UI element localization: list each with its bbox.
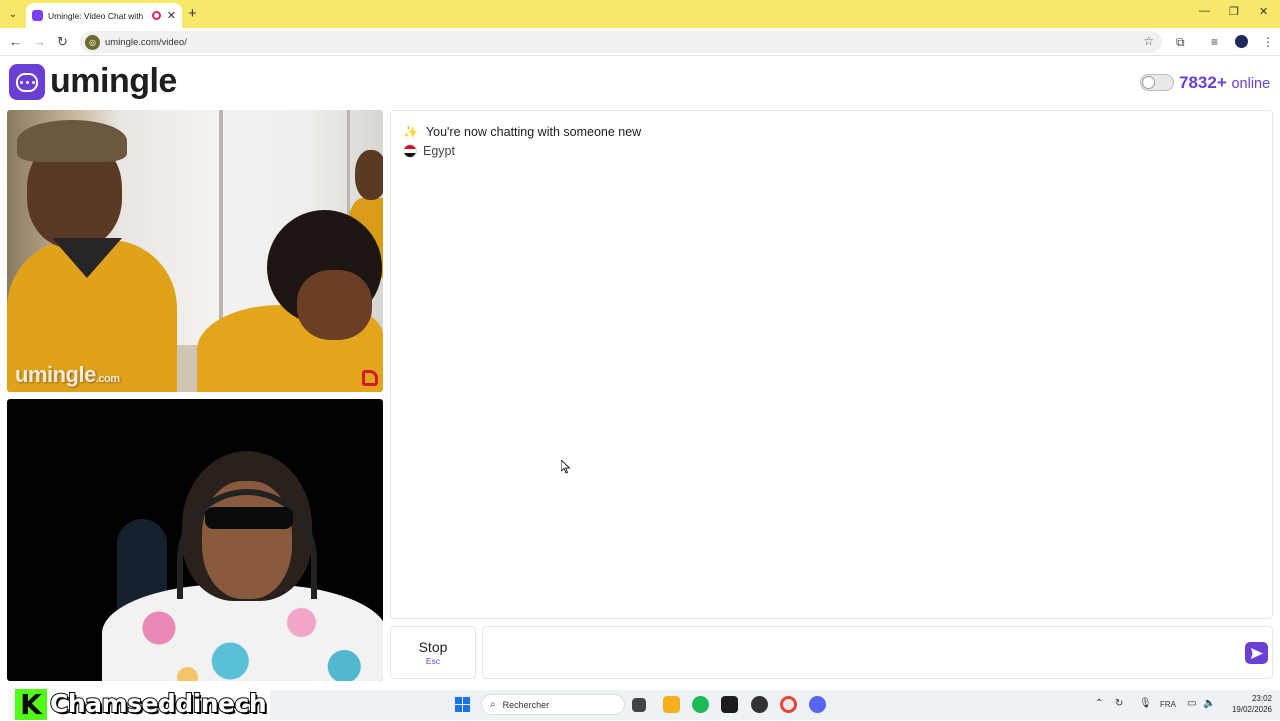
stop-button[interactable]: Stop Esc — [390, 626, 476, 679]
restore-button[interactable]: ❐ — [1229, 5, 1239, 18]
new-tab-button[interactable]: + — [188, 5, 197, 22]
tab-close-button[interactable]: ✕ — [167, 9, 176, 22]
reload-icon[interactable]: ↻ — [57, 34, 68, 50]
taskbar-search[interactable]: ⌕ Rechercher — [481, 694, 625, 715]
taskbar-search-placeholder: Rechercher — [502, 699, 550, 710]
chat-message-input[interactable] — [482, 626, 1273, 679]
stop-shortcut: Esc — [425, 656, 441, 666]
forward-arrow-icon[interactable]: → — [33, 34, 46, 49]
tab-search-menu[interactable]: ⌄ — [5, 6, 21, 22]
browser-menu-icon[interactable]: ⋮ — [1262, 35, 1274, 49]
sync-icon[interactable]: ↻ — [1115, 698, 1123, 709]
system-clock[interactable]: 23:02 19/02/2026 — [1222, 693, 1272, 715]
tab-title: Umingle: Video Chat with S — [48, 10, 146, 21]
report-flag-icon[interactable] — [362, 370, 378, 386]
streamer-name-overlay: Chamseddinech — [49, 688, 268, 719]
microphone-icon[interactable]: 🎙 — [1139, 698, 1152, 709]
address-bar[interactable]: ◎ umingle.com/video/ ☆ — [80, 31, 1162, 53]
language-indicator[interactable]: FRA — [1160, 700, 1176, 709]
umingle-logo-icon[interactable] — [9, 64, 45, 100]
profile-avatar[interactable] — [1235, 35, 1248, 48]
online-label: online — [1231, 76, 1271, 92]
back-arrow-icon[interactable]: ← — [9, 34, 22, 49]
media-controls-icon[interactable]: ≡ — [1211, 35, 1218, 49]
url-text: umingle.com/video/ — [105, 36, 187, 48]
file-explorer-icon[interactable] — [663, 696, 680, 713]
clock-date: 19/02/2026 — [1231, 705, 1272, 714]
spotify-icon[interactable] — [692, 696, 709, 713]
task-view-icon[interactable] — [632, 698, 646, 712]
site-info-icon[interactable]: ◎ — [85, 34, 100, 50]
windows-taskbar — [270, 690, 1280, 720]
obs-icon[interactable] — [751, 696, 768, 713]
country-info: Egypt — [403, 144, 455, 158]
stop-label: Stop — [418, 639, 448, 655]
theme-toggle[interactable] — [1140, 74, 1174, 91]
windows-start-icon[interactable] — [455, 697, 470, 712]
browser-tab[interactable]: Umingle: Video Chat with S ✕ — [26, 3, 182, 28]
bookmark-star-icon[interactable]: ☆ — [1143, 34, 1154, 48]
send-button[interactable] — [1245, 642, 1268, 664]
volume-icon[interactable]: 🔈 — [1203, 698, 1215, 709]
toggle-knob — [1142, 76, 1155, 89]
discord-icon[interactable] — [809, 696, 826, 713]
system-message: ✨ You're now chatting with someone new — [403, 125, 641, 139]
site-logo-text[interactable]: umingle — [50, 62, 177, 101]
window-close-button[interactable]: ✕ — [1259, 5, 1268, 18]
minimize-button[interactable]: — — [1199, 5, 1210, 17]
tray-overflow-icon[interactable]: ⌃ — [1095, 698, 1103, 709]
clock-time: 23:02 — [1251, 694, 1272, 703]
chat-log: ✨ You're now chatting with someone new E… — [390, 110, 1273, 619]
network-icon[interactable]: ▭ — [1187, 698, 1196, 709]
search-icon: ⌕ — [490, 699, 496, 710]
online-count: 7832+ — [1179, 73, 1227, 92]
recording-indicator-icon — [151, 11, 161, 20]
stranger-video: umingle.com — [7, 110, 383, 392]
extensions-icon[interactable]: ⧉ — [1176, 35, 1185, 50]
country-name: Egypt — [423, 144, 455, 158]
kick-logo-icon: K — [15, 688, 47, 721]
egypt-flag-icon — [403, 144, 417, 158]
sparkles-icon: ✨ — [403, 125, 418, 139]
umingle-watermark: umingle.com — [15, 362, 120, 387]
online-counter: 7832+ online — [1179, 73, 1270, 93]
send-icon — [1250, 647, 1263, 659]
chrome-icon[interactable] — [780, 696, 797, 713]
browser-toolbar: ← → ↻ ◎ umingle.com/video/ ☆ ⧉ ≡ ⋮ — [0, 28, 1280, 56]
terminal-app-icon[interactable] — [721, 696, 738, 713]
browser-tab-bar: ⌄ Umingle: Video Chat with S ✕ + — ❐ ✕ — [0, 0, 1280, 28]
system-message-text: You're now chatting with someone new — [425, 125, 642, 139]
self-video — [7, 399, 383, 681]
umingle-favicon — [32, 10, 43, 21]
